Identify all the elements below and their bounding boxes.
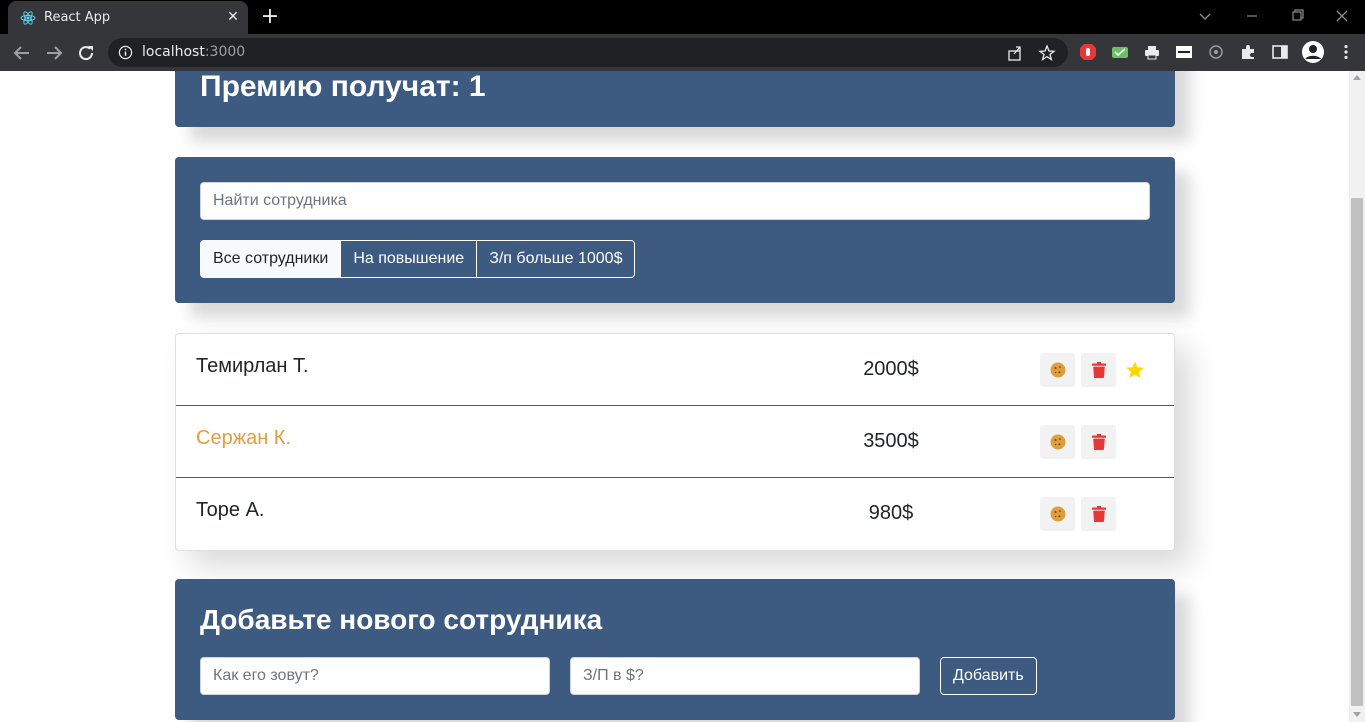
employee-salary[interactable]: 980$ [776,502,1006,525]
employee-row: Торе А. 980$ [176,478,1174,550]
adblock-extension-icon[interactable] [1079,43,1097,61]
increase-button[interactable] [1040,353,1075,387]
tab-close-icon[interactable]: ✕ [224,8,242,26]
aero-extension-icon[interactable] [1175,43,1193,61]
scroll-thumb[interactable] [1351,198,1363,706]
forward-arrow-icon[interactable] [42,41,66,65]
new-tab-button[interactable]: + [258,5,282,29]
back-arrow-icon[interactable] [10,41,34,65]
increase-button[interactable] [1040,425,1075,459]
employee-salary[interactable]: 2000$ [776,358,1006,381]
react-favicon-icon [20,11,36,25]
address-bar[interactable]: localhost:3000 [108,38,1068,67]
trash-icon [1091,434,1106,450]
restore-icon[interactable] [1285,6,1309,26]
filter-all-button[interactable]: Все сотрудники [200,240,342,278]
url-host: localhost [142,44,205,60]
browser-tab[interactable]: React App ✕ [8,1,248,34]
trash-icon [1091,506,1106,522]
add-employee-title: Добавьте нового сотрудника [200,604,603,635]
scroll-down-arrow-icon[interactable] [1353,712,1361,717]
page-scrollbar[interactable] [1349,71,1365,722]
delete-button[interactable] [1081,425,1116,459]
reload-icon[interactable] [74,41,98,65]
bonus-count-heading: Премию получат: 1 [200,71,486,103]
delete-button[interactable] [1081,353,1116,387]
cookie-icon [1050,434,1065,450]
cookie-icon [1050,362,1065,378]
scroll-up-arrow-icon[interactable] [1353,75,1361,80]
tab-search-chevron-icon[interactable] [1193,6,1217,26]
increase-button[interactable] [1040,497,1075,531]
filter-button-group: Все сотрудники На повышение З/п больше 1… [200,240,636,278]
filter-rise-button[interactable]: На повышение [340,240,478,278]
employee-name[interactable]: Темирлан Т. [196,355,309,378]
url-port: :3000 [204,44,246,60]
new-employee-name-input[interactable] [200,657,550,695]
add-employee-panel: Добавьте нового сотрудника Добавить [175,579,1175,720]
employee-name[interactable]: Сержан К. [196,427,291,450]
cookie-icon [1050,506,1065,522]
sync-extension-icon[interactable] [1207,43,1225,61]
employee-row: Темирлан Т. 2000$ [176,334,1174,406]
star-icon [1126,361,1144,378]
page-viewport: Премию получат: 1 Все сотрудники На повы… [0,71,1365,722]
info-icon[interactable] [118,45,133,60]
add-employee-button[interactable]: Добавить [940,657,1037,695]
delete-button[interactable] [1081,497,1116,531]
extensions-puzzle-icon[interactable] [1239,43,1257,61]
url-text: localhost:3000 [142,44,245,60]
filter-salary-button[interactable]: З/п больше 1000$ [476,240,636,278]
share-icon[interactable] [1006,44,1024,62]
print-extension-icon[interactable] [1143,43,1161,61]
browser-toolbar: localhost:3000 [0,34,1365,71]
search-input[interactable] [200,182,1150,220]
profile-avatar-icon[interactable] [1301,40,1325,64]
close-window-icon[interactable] [1330,6,1354,26]
browser-tab-bar: React App ✕ + [0,0,1365,34]
employee-name[interactable]: Торе А. [196,499,264,522]
minimize-icon[interactable] [1240,6,1264,26]
bookmark-star-icon[interactable] [1038,44,1056,62]
mail-extension-icon[interactable] [1111,43,1129,61]
employee-row: Сержан К. 3500$ [176,406,1174,478]
employees-list: Темирлан Т. 2000$ Сержан К. 3500$ Торе А… [175,333,1175,551]
new-employee-salary-input[interactable] [570,657,920,695]
tab-title: React App [44,10,111,25]
search-panel: Все сотрудники На повышение З/п больше 1… [175,157,1175,303]
app-info-panel: Премию получат: 1 [175,71,1175,127]
trash-icon [1091,362,1106,378]
employee-salary[interactable]: 3500$ [776,430,1006,453]
side-panel-icon[interactable] [1271,43,1289,61]
menu-kebab-icon[interactable] [1337,43,1355,61]
